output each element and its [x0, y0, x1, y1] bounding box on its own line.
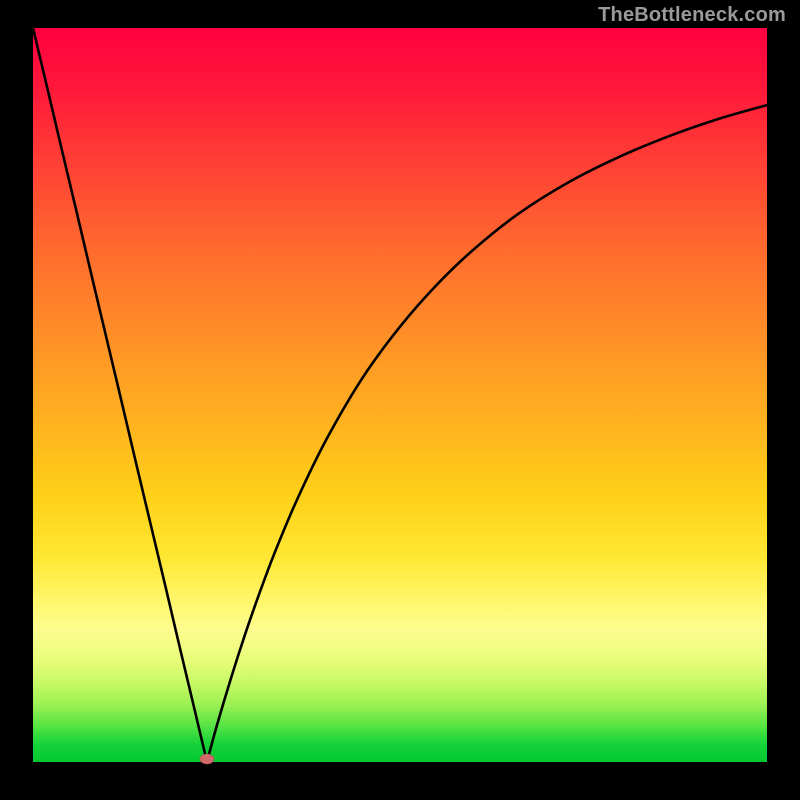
watermark-label: TheBottleneck.com [598, 4, 786, 27]
curve-left-branch [33, 28, 207, 762]
curve-right-branch [207, 105, 767, 762]
curve-svg [33, 28, 767, 762]
minimum-marker [200, 754, 214, 764]
plot-area [33, 28, 767, 762]
chart-frame: TheBottleneck.com [0, 0, 800, 800]
